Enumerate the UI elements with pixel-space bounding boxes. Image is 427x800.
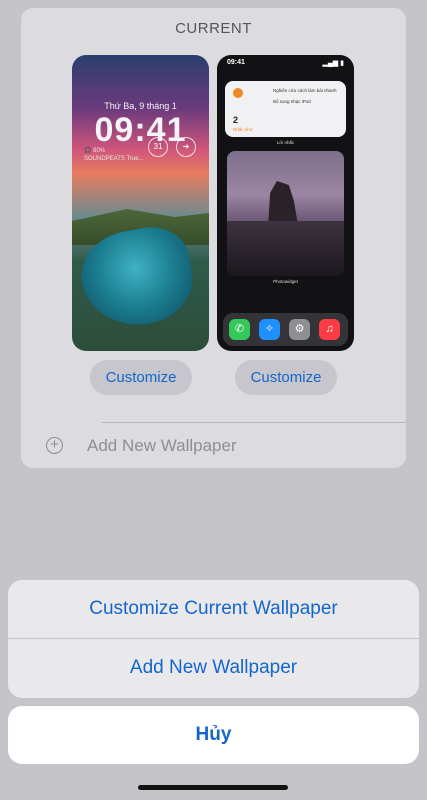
- battery-widget-line1: 🎧 80%: [84, 148, 106, 154]
- lock-date: Thứ Ba, 9 tháng 1: [104, 101, 177, 111]
- shore-shape: [227, 221, 344, 276]
- reminder-sub: Nhắc nhở: [233, 127, 253, 132]
- add-new-wallpaper-row[interactable]: Add New Wallpaper: [87, 436, 237, 456]
- reminder-item-1: Nghiên cứu cách làm bài nhanh: [273, 88, 337, 93]
- settings-icon: ⚙: [289, 319, 310, 340]
- lock-screen-preview[interactable]: Thứ Ba, 9 tháng 1 09:41 🎧 80% SOUNDPEATS…: [72, 55, 209, 351]
- home-screen-preview[interactable]: 09:41 ▂▄▆ ▮ Nghiên cứu cách làm bài nhan…: [217, 55, 354, 351]
- reminders-icon: [233, 88, 243, 98]
- divider: [102, 422, 406, 423]
- rock-shape: [268, 181, 298, 221]
- photo-widget-label: Photowidget: [273, 279, 298, 284]
- battery-widget-line2: SOUNDPEATS True...: [84, 156, 144, 162]
- widget-label: Lời nhắc: [276, 140, 295, 145]
- customize-home-button[interactable]: Customize: [235, 360, 337, 395]
- arrow-ring-icon: ➜: [176, 137, 196, 157]
- plus-circle-icon[interactable]: +: [46, 437, 63, 454]
- reminder-item-2: Bổ sung nhạc iPod: [273, 99, 311, 104]
- current-label: CURRENT: [175, 20, 252, 37]
- reminders-widget: Nghiên cứu cách làm bài nhanh Bổ sung nh…: [225, 81, 346, 137]
- photo-widget: [227, 151, 344, 276]
- phone-icon: ✆: [229, 319, 250, 340]
- reminder-count: 2: [233, 115, 239, 125]
- cancel-button[interactable]: Hủy: [8, 706, 419, 764]
- customize-current-wallpaper-button[interactable]: Customize Current Wallpaper: [8, 580, 419, 638]
- safari-icon: ✧: [259, 319, 280, 340]
- customize-lock-button[interactable]: Customize: [90, 360, 192, 395]
- action-sheet: Customize Current Wallpaper Add New Wall…: [8, 580, 419, 698]
- home-indicator[interactable]: [138, 785, 288, 790]
- music-icon: ♫: [319, 319, 340, 340]
- status-icons: ▂▄▆ ▮: [322, 60, 344, 67]
- add-new-wallpaper-button[interactable]: Add New Wallpaper: [8, 639, 419, 697]
- battery-widget: 🎧 80% SOUNDPEATS True...: [84, 147, 144, 163]
- calendar-ring-widget: 31: [148, 137, 168, 157]
- dock: ✆ ✧ ⚙ ♫: [223, 313, 348, 346]
- status-time: 09:41: [227, 59, 245, 66]
